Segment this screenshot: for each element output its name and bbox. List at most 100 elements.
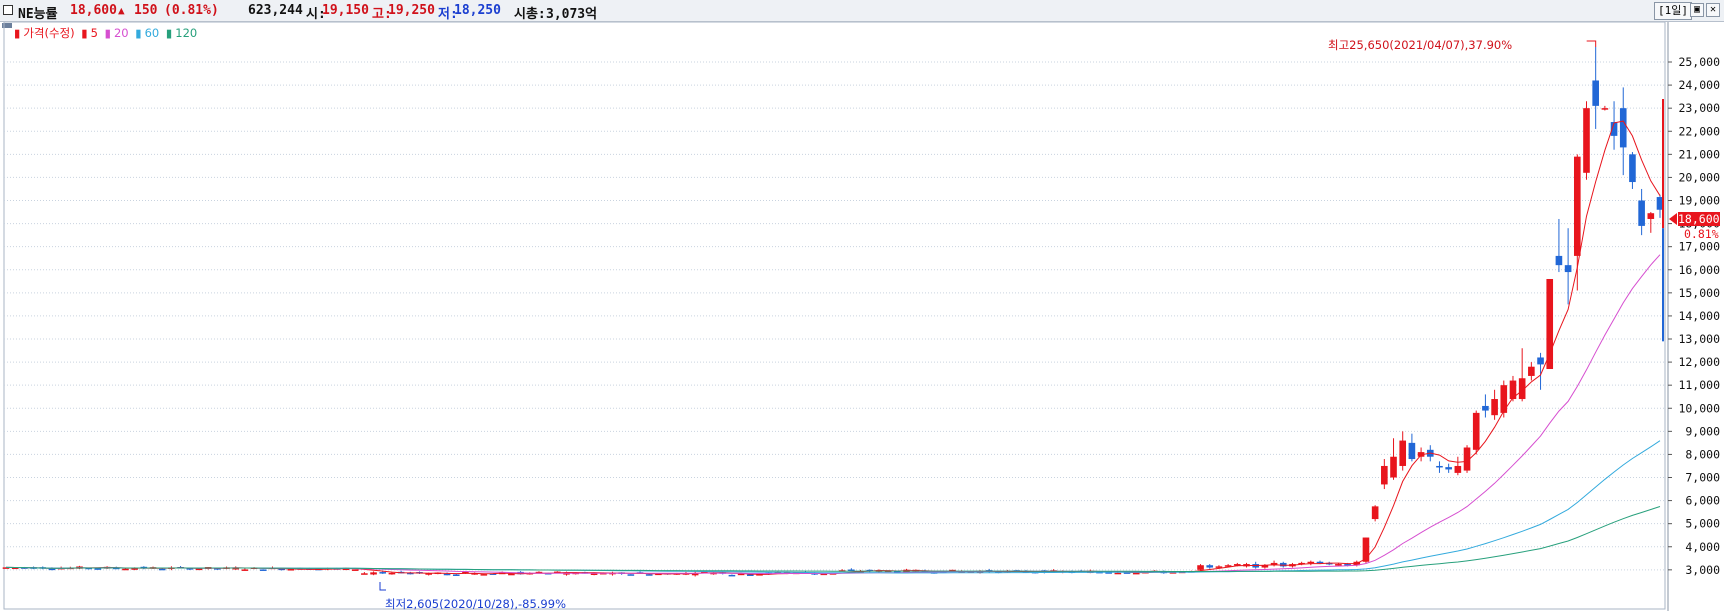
y-tick-label: 3,000 — [1685, 563, 1720, 577]
candle-body — [195, 568, 203, 571]
candle-body — [590, 573, 598, 575]
candle-body — [1436, 465, 1443, 468]
candle-body — [1500, 385, 1508, 413]
period-button[interactable]: [1일] — [1654, 2, 1692, 20]
y-tick-label: 19,000 — [1678, 194, 1720, 208]
mcap-label: 시총: — [514, 7, 546, 22]
candle-body — [1381, 465, 1388, 485]
price-change-pct: (0.81%) — [164, 3, 219, 18]
close-button[interactable]: ✕ — [1706, 3, 1720, 17]
candle-body — [1197, 565, 1204, 570]
low-leader — [379, 582, 386, 591]
candle-body — [351, 569, 359, 571]
candle-body — [1307, 561, 1315, 564]
y-tick-label: 13,000 — [1678, 332, 1720, 346]
candle-body — [1592, 80, 1599, 106]
y-tick-label: 4,000 — [1685, 540, 1720, 554]
candle-body — [1335, 564, 1342, 566]
candle-body — [1555, 255, 1563, 266]
price-axis: 3,000 4,000 5,000 6,000 7,000 8,000 9,000 10,00… — [1662, 22, 1720, 611]
candle-body — [480, 574, 488, 576]
change-pct-label: 0.81% — [1684, 227, 1719, 241]
candle-body — [259, 569, 267, 571]
ma5-line — [5, 120, 1661, 575]
candles — [2, 47, 1664, 577]
candle-body — [94, 568, 102, 570]
y-tick-label: 21,000 — [1678, 147, 1720, 161]
candle-body — [443, 573, 451, 576]
candle-body — [645, 574, 653, 576]
candle-body — [452, 574, 460, 576]
candle-body — [388, 572, 396, 575]
y-tick-label: 17,000 — [1678, 240, 1720, 254]
candle-body — [1546, 278, 1554, 370]
candle-body — [1454, 465, 1462, 473]
grid-lines — [3, 22, 1666, 610]
stock-name[interactable]: NE능률 — [18, 3, 58, 22]
candle-body — [728, 574, 736, 577]
up-arrow-icon: ▲ — [118, 4, 125, 17]
y-tick-label: 14,000 — [1678, 309, 1720, 323]
y-tick-label: 12,000 — [1678, 355, 1720, 369]
y-tick-label: 24,000 — [1678, 78, 1720, 92]
volume: 623,244 — [248, 3, 303, 18]
candle-body — [1601, 108, 1609, 110]
candle-body — [1491, 399, 1498, 416]
y-tick-label: 6,000 — [1685, 494, 1720, 508]
header-checkbox[interactable] — [3, 5, 13, 15]
candle-body — [1573, 156, 1581, 256]
candle-body — [158, 568, 166, 571]
y-tick-label: 15,000 — [1678, 286, 1720, 300]
y-tick-label: 5,000 — [1685, 517, 1720, 531]
candle-body — [1206, 565, 1214, 568]
candle-body — [379, 572, 387, 574]
ma20-line — [5, 254, 1661, 575]
y-tick-label: 10,000 — [1678, 401, 1720, 415]
ma120-line — [5, 506, 1661, 572]
candle-body — [1408, 442, 1416, 460]
current-price: 18,600 — [70, 3, 117, 18]
candlestick-chart[interactable]: 3,000 4,000 5,000 6,000 7,000 8,000 9,000 10,00… — [0, 22, 1724, 611]
y-tick-label: 20,000 — [1678, 170, 1720, 184]
y-tick-label: 11,000 — [1678, 378, 1720, 392]
candle-body — [1528, 366, 1535, 376]
candle-body — [1114, 572, 1122, 575]
y-tick-label: 16,000 — [1678, 263, 1720, 277]
y-tick-label: 7,000 — [1685, 471, 1720, 485]
candle-body — [1619, 108, 1627, 148]
low-value: 18,250 — [454, 3, 501, 18]
high-leader — [1586, 40, 1597, 48]
candle-body — [1472, 412, 1480, 450]
candle-body — [370, 572, 377, 575]
y-tick-label: 25,000 — [1678, 55, 1720, 69]
price-change: 150 — [134, 3, 158, 18]
y-tick-label: 8,000 — [1685, 447, 1720, 461]
low-annotation: 최저2,605(2020/10/28),-85.99% — [385, 597, 566, 611]
y-tick-label: 9,000 — [1685, 424, 1720, 438]
candle-body — [122, 568, 129, 571]
candle-body — [1399, 440, 1407, 466]
candle-body — [1482, 405, 1489, 411]
candle-body — [361, 573, 368, 575]
candle-body — [1647, 213, 1655, 219]
candle-body — [1371, 506, 1379, 520]
candle-body — [1638, 200, 1645, 226]
current-price-tag: 18,600 — [1678, 212, 1720, 226]
candle-body — [1583, 108, 1590, 173]
candle-body — [241, 569, 249, 571]
candle-body — [1390, 456, 1397, 478]
candle-body — [1629, 154, 1636, 183]
candle-body — [1537, 357, 1544, 365]
y-tick-label: 23,000 — [1678, 101, 1720, 115]
candle-body — [746, 574, 754, 576]
restore-button[interactable]: ▣ — [1690, 3, 1704, 17]
y-tick-label: 22,000 — [1678, 124, 1720, 138]
mcap-value: 3,073억 — [546, 7, 598, 22]
candle-body — [1445, 467, 1452, 470]
high-value: 19,250 — [388, 3, 435, 18]
price-pointer-icon — [1669, 213, 1677, 225]
candle-body — [1564, 265, 1572, 273]
high-annotation: 최고25,650(2021/04/07),37.90% — [1328, 38, 1513, 52]
open-value: 19,150 — [322, 3, 369, 18]
candle-body — [627, 574, 635, 576]
